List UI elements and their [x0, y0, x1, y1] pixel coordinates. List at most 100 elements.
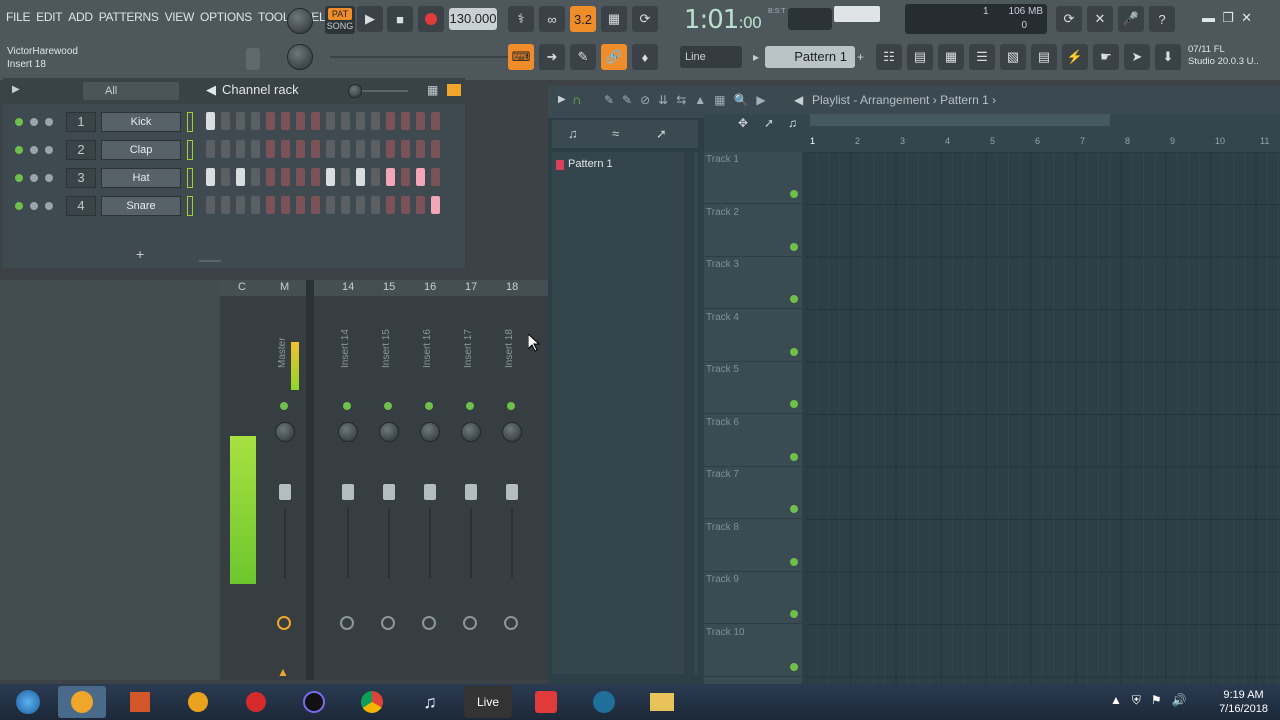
step-button[interactable] — [341, 140, 350, 158]
picker-scrollbar[interactable] — [684, 152, 694, 674]
strip-volume-fader[interactable] — [279, 484, 291, 500]
step-edit-button[interactable]: ▦ — [601, 6, 627, 32]
step-button[interactable] — [266, 112, 275, 130]
link-button[interactable]: 🔗 — [601, 44, 627, 70]
channel-number[interactable]: 2 — [66, 140, 96, 160]
step-button[interactable] — [416, 196, 425, 214]
step-button[interactable] — [266, 168, 275, 186]
step-button[interactable] — [386, 168, 395, 186]
wait-input-button[interactable]: ∞ — [539, 6, 565, 32]
pattern-selector[interactable]: Pattern 1 — [765, 46, 855, 68]
step-button[interactable] — [296, 140, 305, 158]
draw-tool-button[interactable]: ✎ — [570, 44, 596, 70]
swing-knob[interactable] — [348, 84, 362, 98]
channel-select-indicator[interactable] — [187, 140, 193, 160]
system-clock[interactable]: 9:19 AM 7/16/2018 — [1219, 688, 1268, 716]
pan-knob[interactable] — [30, 146, 38, 154]
track-mute-led[interactable] — [790, 295, 798, 303]
channel-number[interactable]: 4 — [66, 196, 96, 216]
minimize-icon[interactable]: ▬ — [1202, 10, 1215, 25]
step-button[interactable] — [206, 112, 215, 130]
strip-enable-led[interactable] — [425, 402, 433, 410]
step-button[interactable] — [401, 196, 410, 214]
taskbar-app-red[interactable] — [232, 686, 280, 718]
step-button[interactable] — [236, 168, 245, 186]
channel-name-button[interactable]: Clap — [101, 140, 181, 160]
step-button[interactable] — [356, 140, 365, 158]
mixer-strip[interactable]: Insert 16 — [412, 298, 450, 678]
channel-name-button[interactable]: Hat — [101, 168, 181, 188]
track-header[interactable]: Track 7 — [704, 467, 802, 519]
channel-filter[interactable]: All — [83, 82, 179, 100]
step-button[interactable] — [356, 112, 365, 130]
playlist-grid[interactable] — [806, 152, 1280, 684]
master-pitch-slider[interactable] — [330, 56, 530, 58]
taskbar-ableton-live[interactable]: Live — [464, 686, 512, 718]
step-button[interactable] — [311, 168, 320, 186]
step-button[interactable] — [296, 168, 305, 186]
main-pitch-knob[interactable] — [287, 44, 313, 70]
playlist-tools[interactable]: ✎✎⊘⇊⇆▲▦🔍▶ — [604, 93, 774, 107]
track-mute-led[interactable] — [790, 610, 798, 618]
step-button[interactable] — [431, 196, 440, 214]
step-button[interactable] — [311, 196, 320, 214]
step-button[interactable] — [356, 196, 365, 214]
main-volume-knob[interactable] — [287, 8, 313, 34]
track-header[interactable]: Track 10 — [704, 625, 802, 677]
channel-select-indicator[interactable] — [187, 168, 193, 188]
step-button[interactable] — [431, 112, 440, 130]
channel-name-button[interactable]: Kick — [101, 112, 181, 132]
mixer-strip[interactable]: Insert 14 — [330, 298, 368, 678]
taskbar-fl-studio[interactable] — [58, 686, 106, 718]
taskbar-file-explorer[interactable] — [638, 686, 686, 718]
step-button[interactable] — [281, 140, 290, 158]
step-button[interactable] — [281, 112, 290, 130]
magnet-icon[interactable]: ∩ — [572, 92, 581, 107]
step-button[interactable] — [281, 168, 290, 186]
step-button[interactable] — [251, 140, 260, 158]
pan-knob[interactable] — [30, 118, 38, 126]
metronome-button[interactable]: ⚕ — [508, 6, 534, 32]
taskbar-camera-app[interactable] — [580, 686, 628, 718]
strip-stereo-icon[interactable] — [504, 616, 518, 630]
step-button[interactable] — [431, 168, 440, 186]
downloads-button[interactable]: ⬇ — [1155, 44, 1181, 70]
countdown-button[interactable]: 3.2 — [570, 6, 596, 32]
record-audio-button[interactable]: 🎤 — [1118, 6, 1144, 32]
step-button[interactable] — [371, 196, 380, 214]
track-mute-led[interactable] — [790, 347, 798, 356]
play-button[interactable]: ▶ — [357, 6, 383, 32]
step-button[interactable] — [386, 112, 395, 130]
strip-pan-knob[interactable] — [420, 422, 440, 442]
strip-enable-led[interactable] — [466, 402, 474, 410]
menu-add[interactable]: ADD — [68, 10, 93, 24]
menu-options[interactable]: OPTIONS — [200, 10, 252, 24]
piano-icon[interactable]: ♫ — [568, 126, 578, 141]
menu-view[interactable]: VIEW — [165, 10, 195, 24]
channel-settings-button[interactable]: ▧ — [1000, 44, 1026, 70]
add-pattern-icon[interactable]: + — [857, 50, 864, 64]
mute-led-icon[interactable] — [15, 202, 23, 210]
record-button[interactable] — [418, 6, 444, 32]
pat-song-toggle[interactable]: PAT SONG — [325, 6, 355, 34]
channel-select-indicator[interactable] — [187, 112, 193, 132]
strip-stereo-icon[interactable] — [340, 616, 354, 630]
strip-volume-fader[interactable] — [465, 484, 477, 500]
strip-enable-led[interactable] — [384, 402, 392, 410]
mixer-strip[interactable]: Insert 18 — [494, 298, 532, 678]
automation-icon[interactable]: ➚ — [656, 126, 667, 142]
move-icon[interactable]: ✥ — [738, 116, 748, 130]
taskbar-headphones[interactable] — [174, 686, 222, 718]
track-mute-led[interactable] — [790, 190, 798, 198]
pattern-prev-icon[interactable]: ▸ — [753, 50, 759, 64]
step-button[interactable] — [251, 112, 260, 130]
strip-stereo-icon[interactable] — [381, 616, 395, 630]
stamp-button[interactable]: ♦ — [632, 44, 658, 70]
typing-keyboard-button[interactable]: ⌨ — [508, 44, 534, 70]
taskbar-itunes[interactable]: ♫ — [406, 686, 454, 718]
plugin-picker-button[interactable]: ⚡ — [1062, 44, 1088, 70]
channel-number[interactable]: 3 — [66, 168, 96, 188]
taskbar-creative-cloud[interactable] — [522, 686, 570, 718]
volume-knob[interactable] — [45, 118, 53, 126]
step-button[interactable] — [386, 196, 395, 214]
